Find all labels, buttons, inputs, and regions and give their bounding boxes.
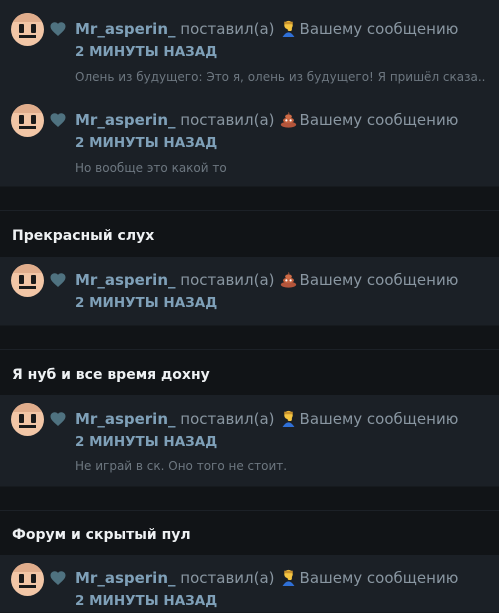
action-text: поставил(а) [180,111,275,129]
notification-item[interactable]: Mr_asperin_ поставил(а) Вашему сообщению … [0,395,499,486]
avatar[interactable] [11,104,44,137]
target-text: Вашему сообщению [299,410,459,428]
heart-icon [50,571,66,585]
man-facepalming-icon [282,569,294,586]
heart-icon [50,113,66,127]
notification-card: Mr_asperin_ поставил(а) Вашему сообщению … [0,555,499,613]
target-text: Вашему сообщению [299,271,459,289]
message-excerpt[interactable]: Не играй в ск. Оно того не стоит. [75,458,485,474]
timestamp: 2 МИНУТЫ НАЗАД [75,44,218,60]
timestamp: 2 МИНУТЫ НАЗАД [75,593,218,609]
man-facepalming-icon [282,20,294,37]
avatar[interactable] [11,563,44,596]
message-excerpt[interactable]: Олень из будущего: Это я, олень из будущ… [75,69,485,85]
target-text: Вашему сообщению [299,20,459,38]
username-link[interactable]: Mr_asperin_ [75,20,176,38]
heart-icon [50,273,66,287]
notification-item[interactable]: Mr_asperin_ поставил(а) Вашему сообщению … [0,0,499,92]
notification-item[interactable]: Mr_asperin_ поставил(а) Вашему сообщению … [0,92,499,186]
action-text: поставил(а) [180,271,275,289]
man-facepalming-icon [282,410,294,427]
notification-card: Mr_asperin_ поставил(а) Вашему сообщению … [0,0,499,187]
username-link[interactable]: Mr_asperin_ [75,271,176,289]
heart-icon [50,22,66,36]
target-text: Вашему сообщению [299,111,459,129]
thread-title[interactable]: Прекрасный слух [12,226,154,246]
action-text: поставил(а) [180,20,275,38]
avatar[interactable] [11,13,44,46]
heart-icon [50,412,66,426]
timestamp: 2 МИНУТЫ НАЗАД [75,135,218,151]
message-excerpt[interactable]: Но вообще это какой то [75,160,485,176]
thread-title[interactable]: Форум и скрытый пул [12,525,191,545]
notification-card: Mr_asperin_ поставил(а) Вашему сообщению … [0,395,499,487]
thread-title[interactable]: Я нуб и все время дохну [12,365,210,385]
action-text: поставил(а) [180,569,275,587]
pile-of-poo-icon [280,111,296,128]
avatar[interactable] [11,264,44,297]
avatar[interactable] [11,403,44,436]
username-link[interactable]: Mr_asperin_ [75,111,176,129]
timestamp: 2 МИНУТЫ НАЗАД [75,434,218,450]
notification-item[interactable]: Mr_asperin_ поставил(а) Вашему сообщению … [0,257,499,325]
pile-of-poo-icon [280,271,296,288]
notification-item[interactable]: Mr_asperin_ поставил(а) Вашему сообщению … [0,555,499,612]
username-link[interactable]: Mr_asperin_ [75,410,176,428]
action-text: поставил(а) [180,410,275,428]
timestamp: 2 МИНУТЫ НАЗАД [75,295,218,311]
notification-card: Mr_asperin_ поставил(а) Вашему сообщению … [0,257,499,326]
target-text: Вашему сообщению [299,569,459,587]
username-link[interactable]: Mr_asperin_ [75,569,176,587]
